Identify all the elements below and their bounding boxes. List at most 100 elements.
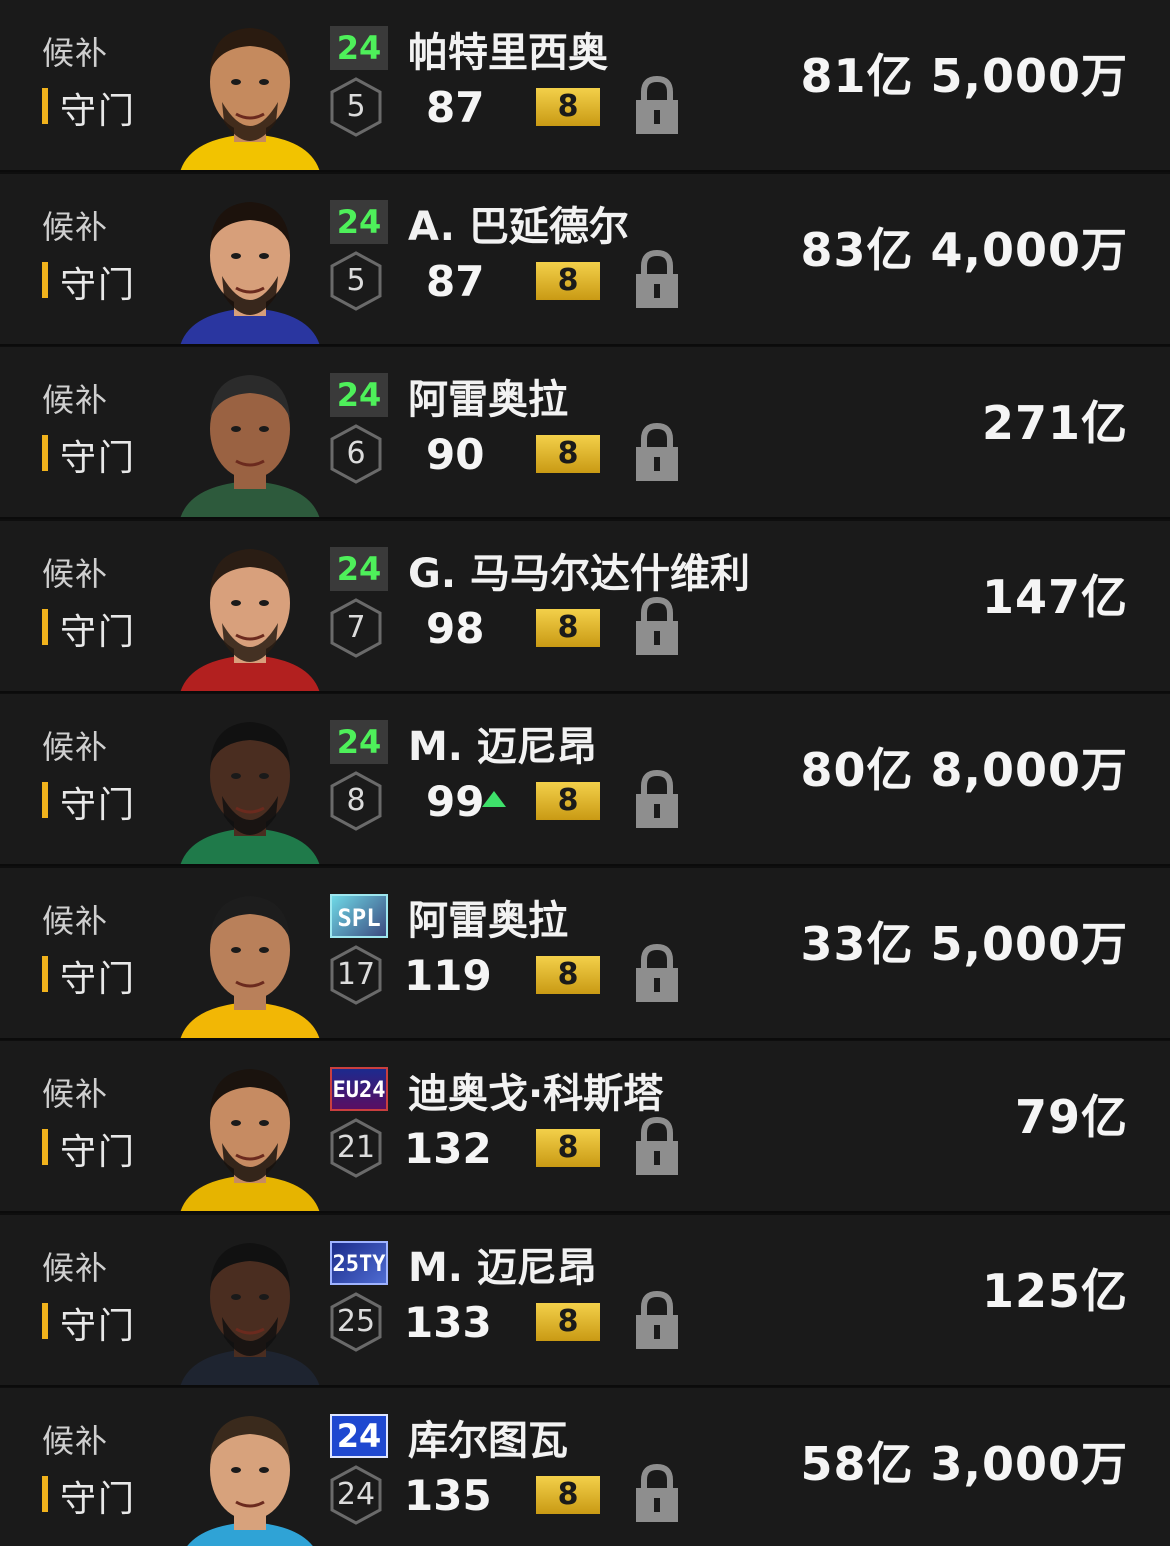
player-name: M. 迈尼昂	[408, 1244, 597, 1291]
lock-icon[interactable]	[634, 1117, 680, 1177]
overall-rating: 90	[426, 430, 485, 479]
overall-rating: 132	[404, 1124, 492, 1173]
enhance-level-value: 7	[346, 609, 366, 645]
enhance-level-value: 8	[346, 783, 366, 818]
status-label: 候补	[42, 728, 109, 766]
lock-icon[interactable]	[634, 596, 680, 657]
enhance-level-value: 21	[336, 1130, 376, 1165]
grade-badge: 8	[536, 435, 600, 473]
player-price: 79亿	[1014, 1090, 1128, 1144]
enhance-level-badge: 24	[328, 1464, 384, 1526]
grade-badge: 8	[536, 782, 600, 820]
player-name: 阿雷奥拉	[408, 897, 568, 944]
season-badge: EU24	[330, 1067, 388, 1111]
position-accent-bar	[42, 1476, 48, 1512]
grade-badge: 8	[536, 88, 600, 126]
player-portrait	[170, 1225, 330, 1385]
enhance-level-badge: 5	[328, 76, 384, 138]
enhance-level-value: 6	[346, 436, 366, 471]
enhance-level-value: 25	[336, 1303, 376, 1339]
enhance-level-badge: 21	[328, 1117, 384, 1179]
lock-icon[interactable]	[634, 423, 680, 483]
player-row[interactable]: 候补 守门 25TY M. 迈尼昂 25 133 8 125亿	[0, 1214, 1170, 1387]
position-accent-bar	[42, 955, 48, 992]
lock-icon[interactable]	[634, 76, 680, 136]
player-row[interactable]: 候补 守门 24 库尔图瓦 24 135 8 58亿 3,000万	[0, 1388, 1170, 1546]
position-label: 守门	[60, 785, 137, 826]
enhance-level-badge: 5	[328, 250, 384, 312]
player-row[interactable]: 候补 守门 24 G. 马马尔达什维利 7 98 8 147亿	[0, 520, 1170, 693]
player-row[interactable]: 候补 守门 24 帕特里西奥 5 87 8 81亿 5,000万	[0, 0, 1170, 172]
lock-icon[interactable]	[634, 1290, 680, 1351]
player-portrait	[170, 1398, 330, 1546]
player-row[interactable]: 候补 守门 24 M. 迈尼昂 8 99 8 80亿 8,000万	[0, 694, 1170, 866]
grade-badge: 8	[536, 1476, 600, 1514]
position-accent-bar	[42, 1129, 48, 1165]
enhance-level-badge: 6	[328, 423, 384, 485]
player-price: 58亿 3,000万	[800, 1437, 1128, 1491]
season-badge: 24	[330, 26, 388, 70]
player-name: A. 巴延德尔	[408, 203, 629, 250]
player-list: 候补 守门 24 帕特里西奥 5 87 8 81亿 5,000万 候补 守门 2…	[0, 0, 1170, 1546]
player-price: 125亿	[981, 1263, 1128, 1318]
player-row[interactable]: 候补 守门 24 A. 巴延德尔 5 87 8 83亿 4,000万	[0, 173, 1170, 346]
player-portrait	[170, 357, 330, 517]
player-price: 80亿 8,000万	[800, 743, 1128, 797]
position-label: 守门	[60, 958, 137, 1000]
player-portrait	[170, 184, 330, 344]
grade-badge: 8	[536, 1129, 600, 1167]
lock-icon[interactable]	[634, 249, 680, 310]
status-label: 候补	[42, 1248, 109, 1287]
player-row[interactable]: 候补 守门 24 阿雷奥拉 6 90 8 271亿	[0, 347, 1170, 519]
player-price: 81亿 5,000万	[800, 49, 1128, 103]
player-name: 库尔图瓦	[408, 1418, 568, 1464]
enhance-level-value: 5	[346, 262, 366, 298]
player-name: 迪奥戈·科斯塔	[408, 1071, 664, 1117]
grade-badge: 8	[536, 261, 600, 300]
position-label: 守门	[60, 1132, 137, 1173]
overall-rating: 99	[426, 777, 485, 826]
lock-icon[interactable]	[634, 943, 680, 1004]
overall-rating: 87	[426, 83, 485, 132]
player-price: 271亿	[981, 396, 1128, 450]
player-portrait	[170, 10, 330, 170]
grade-badge: 8	[536, 955, 600, 994]
status-label: 候补	[42, 34, 109, 72]
player-name: G. 马马尔达什维利	[408, 550, 750, 597]
player-price: 33亿 5,000万	[800, 916, 1128, 971]
season-badge: 25TY	[330, 1240, 388, 1285]
position-accent-bar	[42, 435, 48, 471]
season-badge: 24	[330, 1414, 388, 1458]
status-label: 候补	[42, 901, 109, 940]
lock-icon[interactable]	[634, 1464, 680, 1524]
player-name: 帕特里西奥	[408, 30, 608, 76]
player-row[interactable]: 候补 守门 SPL 阿雷奥拉 17 119 8 33亿 5,000万	[0, 867, 1170, 1040]
player-portrait	[170, 878, 330, 1038]
overall-rating: 119	[404, 950, 492, 1000]
position-accent-bar	[42, 1302, 48, 1339]
position-label: 守门	[60, 264, 137, 306]
status-label: 候补	[42, 381, 109, 419]
season-badge: SPL	[330, 893, 388, 938]
position-label: 守门	[60, 1305, 137, 1347]
lock-icon[interactable]	[634, 770, 680, 830]
position-label: 守门	[60, 1479, 137, 1520]
enhance-level-badge: 25	[328, 1291, 384, 1353]
enhance-level-badge: 7	[328, 597, 384, 659]
status-label: 候补	[42, 207, 109, 246]
status-label: 候补	[42, 554, 109, 593]
player-price: 83亿 4,000万	[800, 222, 1128, 277]
position-accent-bar	[42, 261, 48, 298]
position-label: 守门	[60, 91, 137, 132]
overall-rating: 87	[426, 256, 485, 306]
rating-up-icon	[481, 790, 507, 808]
grade-badge: 8	[536, 608, 600, 647]
player-portrait	[170, 704, 330, 864]
grade-badge: 8	[536, 1302, 600, 1341]
position-accent-bar	[42, 88, 48, 124]
enhance-level-badge: 17	[328, 944, 384, 1006]
player-row[interactable]: 候补 守门 EU24 迪奥戈·科斯塔 21 132 8 79亿	[0, 1041, 1170, 1213]
player-name: M. 迈尼昂	[408, 724, 597, 770]
enhance-level-value: 24	[336, 1477, 376, 1512]
season-badge: 24	[330, 373, 388, 417]
